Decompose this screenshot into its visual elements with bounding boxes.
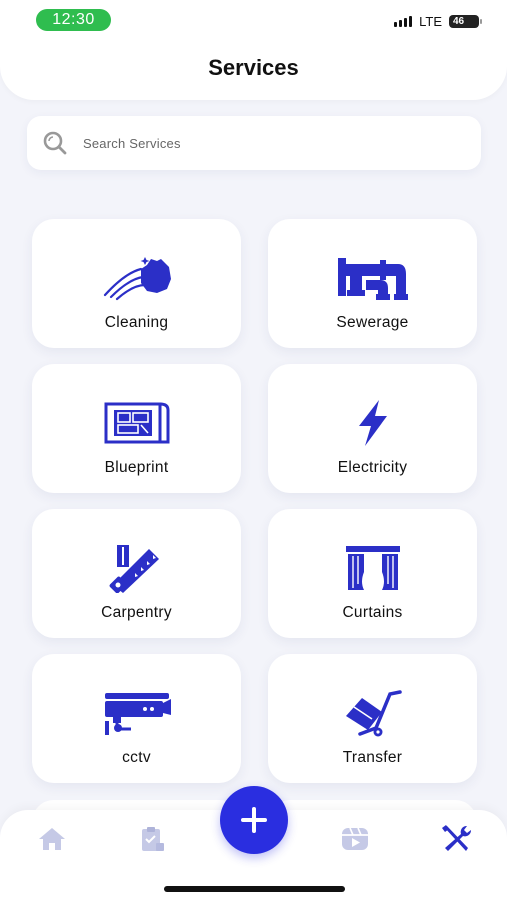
tab-home[interactable]	[34, 826, 70, 852]
service-card-electricity[interactable]: Electricity	[268, 364, 477, 493]
service-label: cctv	[122, 749, 151, 766]
service-card-curtains[interactable]: Curtains	[268, 509, 477, 638]
lightning-icon	[353, 395, 393, 451]
battery-icon: 46	[449, 14, 482, 28]
service-label: Sewerage	[336, 314, 409, 331]
service-label: Transfer	[342, 749, 403, 766]
service-label: Cleaning	[104, 314, 169, 331]
home-icon	[39, 828, 65, 850]
battery-level: 46	[453, 15, 465, 27]
service-label: Carpentry	[101, 604, 172, 621]
network-label: LTE	[419, 13, 442, 29]
add-icon	[241, 807, 267, 833]
service-card-cleaning[interactable]: Cleaning	[32, 219, 241, 348]
curtains-icon	[344, 540, 402, 596]
header: 12:30 LTE 46 Services	[0, 0, 507, 100]
tab-orders[interactable]	[134, 826, 170, 852]
signal-icon	[394, 15, 413, 27]
search-input[interactable]	[83, 135, 443, 151]
clipboard-icon	[142, 827, 164, 851]
service-label: Blueprint	[104, 459, 169, 476]
home-indicator	[164, 886, 345, 892]
services-grid: Cleaning Sewerage Blueprint Electricity …	[32, 219, 477, 783]
service-card-sewerage[interactable]: Sewerage	[268, 219, 477, 348]
service-label: Electricity	[337, 459, 408, 476]
search-bar[interactable]	[27, 116, 481, 170]
service-card-carpentry[interactable]: Carpentry	[32, 509, 241, 638]
status-indicators: LTE 46	[394, 13, 482, 29]
video-icon	[342, 827, 368, 850]
cctv-camera-icon	[101, 685, 173, 741]
status-time: 12:30	[36, 9, 111, 31]
hand-truck-icon	[340, 685, 406, 741]
add-button[interactable]	[220, 786, 288, 854]
pipe-icon	[336, 250, 410, 306]
page-title: Services	[208, 55, 299, 80]
blueprint-icon	[102, 395, 172, 451]
service-label: Curtains	[342, 604, 403, 621]
saw-icon	[109, 540, 165, 596]
search-icon	[41, 129, 69, 157]
tools-icon	[442, 825, 472, 851]
service-card-cctv[interactable]: cctv	[32, 654, 241, 783]
cleaning-icon	[101, 250, 173, 306]
tab-services[interactable]	[438, 825, 474, 852]
tab-videos[interactable]	[337, 826, 373, 852]
service-card-blueprint[interactable]: Blueprint	[32, 364, 241, 493]
service-card-transfer[interactable]: Transfer	[268, 654, 477, 783]
